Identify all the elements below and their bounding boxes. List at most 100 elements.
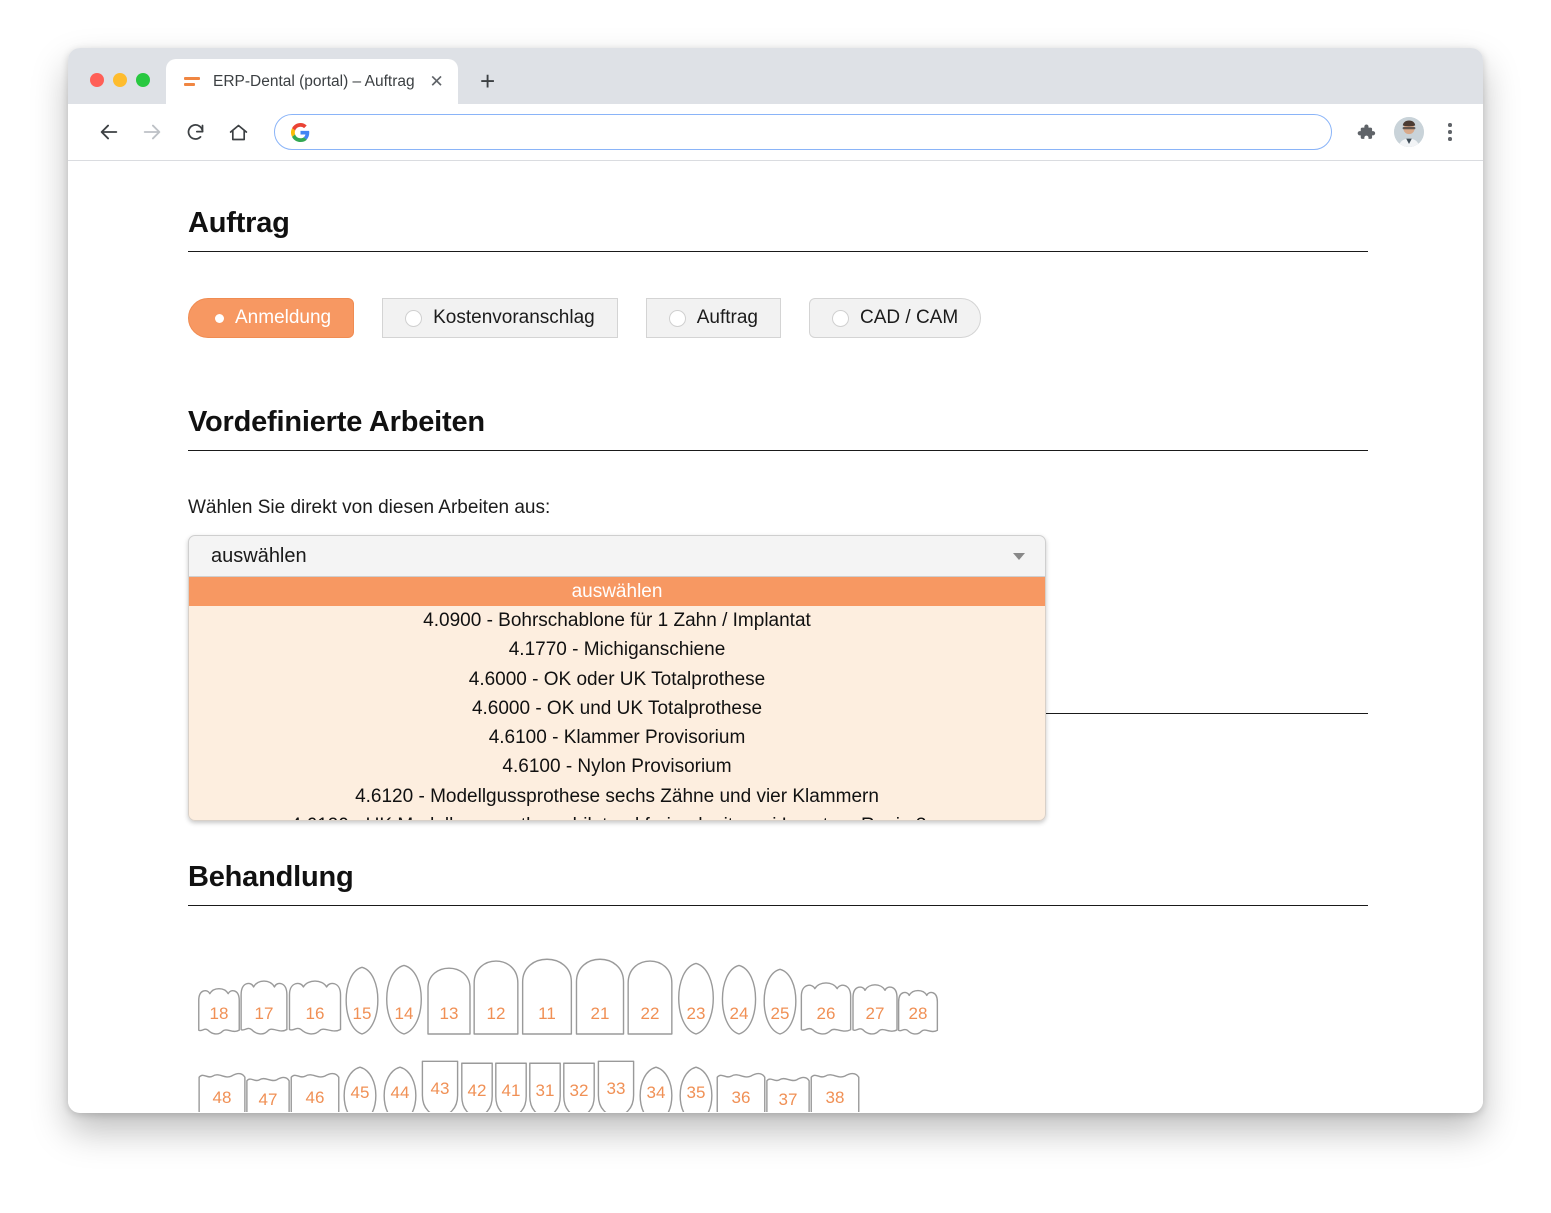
- step-label: Kostenvoranschlag: [433, 307, 595, 328]
- user-avatar[interactable]: [1394, 117, 1424, 147]
- predefined-works-select[interactable]: auswählen auswählen 4.0900 - Bohrschablo…: [188, 535, 1046, 821]
- new-tab-button[interactable]: +: [470, 63, 506, 99]
- tooth-number: 36: [731, 1087, 751, 1107]
- select-option[interactable]: 4.1770 - Michiganschiene: [189, 636, 1045, 665]
- tooth-number: 32: [569, 1080, 589, 1100]
- workflow-step-group: Anmeldung Kostenvoranschlag Auftrag CAD …: [188, 298, 1368, 338]
- tooth-number: 31: [535, 1080, 555, 1100]
- close-window-button[interactable]: [90, 73, 104, 87]
- tooth-number: 44: [390, 1083, 410, 1103]
- tooth-number: 42: [467, 1080, 487, 1100]
- tooth-22[interactable]: 22: [624, 952, 676, 1035]
- tooth-36[interactable]: 36: [714, 1072, 768, 1112]
- lower-teeth-row: 48 47 46 45 44 43 42 41 31 32 33 34 35 36 37 38: [188, 1052, 1368, 1112]
- minimize-window-button[interactable]: [113, 73, 127, 87]
- desktop-background: ERP-Dental (portal) – Auftrag ✕ + Auftra…: [0, 0, 1551, 1213]
- tooth-number: 43: [430, 1079, 450, 1099]
- window-traffic-lights: [68, 73, 166, 104]
- tooth-48[interactable]: 48: [196, 1072, 248, 1112]
- predefined-works-heading: Vordefinierte Arbeiten: [188, 406, 1368, 451]
- step-anmeldung[interactable]: Anmeldung: [188, 298, 355, 338]
- tooth-number: 18: [209, 1004, 229, 1023]
- tooth-35[interactable]: 35: [674, 1066, 718, 1112]
- tooth-31[interactable]: 31: [526, 1062, 564, 1112]
- tooth-21[interactable]: 21: [572, 950, 628, 1035]
- tooth-number: 12: [486, 1004, 506, 1023]
- page-content: Auftrag Anmeldung Kostenvoranschlag Auft…: [68, 161, 1483, 1112]
- step-label: Auftrag: [696, 307, 758, 328]
- tooth-13[interactable]: 13: [424, 960, 474, 1035]
- tooth-26[interactable]: 26: [798, 980, 854, 1035]
- tooth-16[interactable]: 16: [286, 978, 344, 1035]
- step-cad-cam[interactable]: CAD / CAM: [809, 298, 982, 338]
- select-option[interactable]: auswählen: [189, 577, 1045, 607]
- tooth-11[interactable]: 11: [518, 950, 576, 1035]
- address-bar[interactable]: [274, 114, 1332, 150]
- page-viewport: Auftrag Anmeldung Kostenvoranschlag Auft…: [68, 161, 1483, 1112]
- tooth-number: 17: [254, 1004, 274, 1023]
- tooth-45[interactable]: 45: [338, 1066, 382, 1112]
- tooth-44[interactable]: 44: [378, 1066, 422, 1112]
- tooth-47[interactable]: 47: [244, 1076, 292, 1112]
- step-label: CAD / CAM: [860, 307, 959, 328]
- home-icon[interactable]: [219, 113, 257, 151]
- select-trigger[interactable]: auswählen: [188, 535, 1046, 577]
- tooth-number: 46: [305, 1087, 325, 1107]
- reload-icon[interactable]: [176, 113, 214, 151]
- tooth-number: 41: [501, 1080, 521, 1100]
- select-option[interactable]: 4.6120 - UK Modellgussprothese bilateral…: [189, 811, 1045, 820]
- tooth-42[interactable]: 42: [458, 1062, 496, 1112]
- tooth-number: 35: [686, 1083, 706, 1103]
- tooth-41[interactable]: 41: [492, 1062, 530, 1112]
- tooth-18[interactable]: 18: [196, 986, 242, 1035]
- tooth-27[interactable]: 27: [850, 982, 900, 1035]
- tooth-number: 21: [590, 1004, 610, 1023]
- select-option[interactable]: 4.6120 - Modellgussprothese sechs Zähne …: [189, 782, 1045, 811]
- radio-unselected-icon: [405, 309, 423, 327]
- tooth-number: 16: [305, 1004, 325, 1023]
- browser-tab-active[interactable]: ERP-Dental (portal) – Auftrag ✕: [166, 59, 458, 104]
- tooth-14[interactable]: 14: [380, 964, 428, 1035]
- tooth-number: 48: [212, 1087, 232, 1107]
- upper-teeth-row: 18 17 16 15 14 13 12 11 21 22 23 24 25 26 27 28: [188, 956, 1368, 1035]
- tooth-number: 14: [394, 1004, 414, 1023]
- tooth-23[interactable]: 23: [672, 962, 720, 1035]
- tooth-34[interactable]: 34: [634, 1066, 678, 1112]
- select-option[interactable]: 4.6000 - OK oder UK Totalprothese: [189, 665, 1045, 694]
- select-option[interactable]: 4.6100 - Klammer Provisorium: [189, 723, 1045, 752]
- back-arrow-icon[interactable]: [90, 113, 128, 151]
- tooth-number: 15: [352, 1004, 372, 1023]
- select-option[interactable]: 4.6000 - OK und UK Totalprothese: [189, 694, 1045, 723]
- tooth-number: 38: [825, 1087, 845, 1107]
- tooth-number: 47: [258, 1090, 278, 1110]
- tooth-32[interactable]: 32: [560, 1062, 598, 1112]
- step-label: Anmeldung: [235, 307, 332, 328]
- tooth-15[interactable]: 15: [340, 966, 384, 1035]
- puzzle-piece-icon[interactable]: [1349, 115, 1383, 149]
- tooth-12[interactable]: 12: [470, 952, 522, 1035]
- tooth-37[interactable]: 37: [764, 1076, 812, 1112]
- content-container: Auftrag Anmeldung Kostenvoranschlag Auft…: [188, 207, 1368, 1112]
- tooth-number: 22: [640, 1004, 660, 1023]
- select-option[interactable]: 4.0900 - Bohrschablone für 1 Zahn / Impl…: [189, 606, 1045, 635]
- tooth-43[interactable]: 43: [418, 1060, 462, 1112]
- tooth-38[interactable]: 38: [808, 1072, 862, 1112]
- step-kostenvoranschlag[interactable]: Kostenvoranschlag: [382, 298, 618, 338]
- tooth-number: 37: [778, 1090, 798, 1110]
- tooth-33[interactable]: 33: [594, 1060, 638, 1112]
- forward-arrow-icon: [133, 113, 171, 151]
- tooth-28[interactable]: 28: [896, 988, 940, 1035]
- tooth-17[interactable]: 17: [238, 978, 290, 1035]
- step-auftrag[interactable]: Auftrag: [645, 298, 781, 338]
- tooth-46[interactable]: 46: [288, 1072, 342, 1112]
- select-options-list[interactable]: auswählen 4.0900 - Bohrschablone für 1 Z…: [188, 577, 1046, 821]
- maximize-window-button[interactable]: [136, 73, 150, 87]
- tooth-24[interactable]: 24: [716, 964, 762, 1035]
- select-option[interactable]: 4.6100 - Nylon Provisorium: [189, 753, 1045, 782]
- tooth-25[interactable]: 25: [758, 968, 802, 1035]
- close-tab-icon[interactable]: ✕: [426, 71, 448, 93]
- browser-toolbar: [68, 104, 1483, 161]
- treatment-section: Behandlung: [188, 861, 1368, 906]
- browser-tab-strip: ERP-Dental (portal) – Auftrag ✕ +: [68, 48, 1483, 104]
- three-dot-menu-icon[interactable]: [1435, 115, 1465, 149]
